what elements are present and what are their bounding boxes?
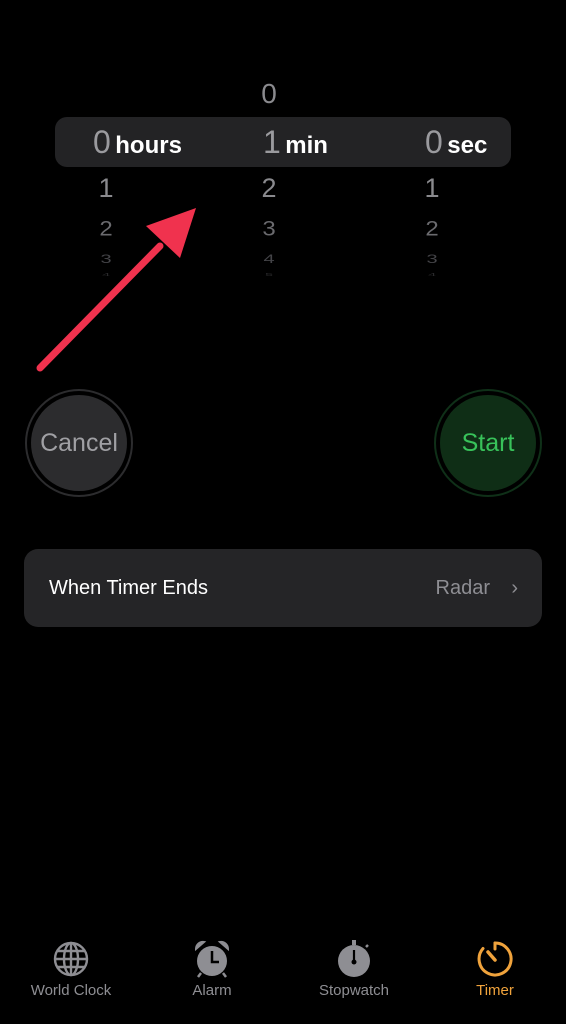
tab-world-clock[interactable]: World Clock (16, 940, 126, 999)
start-button-label: Start (440, 395, 536, 491)
when-timer-ends-row[interactable]: When Timer Ends Radar › (24, 549, 542, 627)
tab-label: Timer (476, 982, 514, 999)
stopwatch-icon (338, 940, 370, 977)
tab-timer[interactable]: Timer (440, 940, 550, 999)
cancel-button-label: Cancel (31, 395, 127, 491)
alarm-clock-icon (194, 940, 230, 978)
cancel-button[interactable]: Cancel (25, 389, 133, 497)
tab-label: Alarm (192, 982, 232, 999)
start-button[interactable]: Start (434, 389, 542, 497)
annotation-arrow-icon (36, 208, 196, 372)
tab-label: Stopwatch (318, 982, 390, 999)
tab-alarm[interactable]: Alarm (157, 940, 267, 999)
chevron-right-icon: › (511, 577, 518, 599)
tab-label: World Clock (30, 982, 112, 999)
when-timer-ends-label: When Timer Ends (49, 577, 208, 599)
tab-stopwatch[interactable]: Stopwatch (299, 940, 409, 999)
timer-sound-value: Radar (435, 577, 490, 599)
timer-icon (477, 941, 513, 977)
globe-icon (53, 941, 89, 977)
